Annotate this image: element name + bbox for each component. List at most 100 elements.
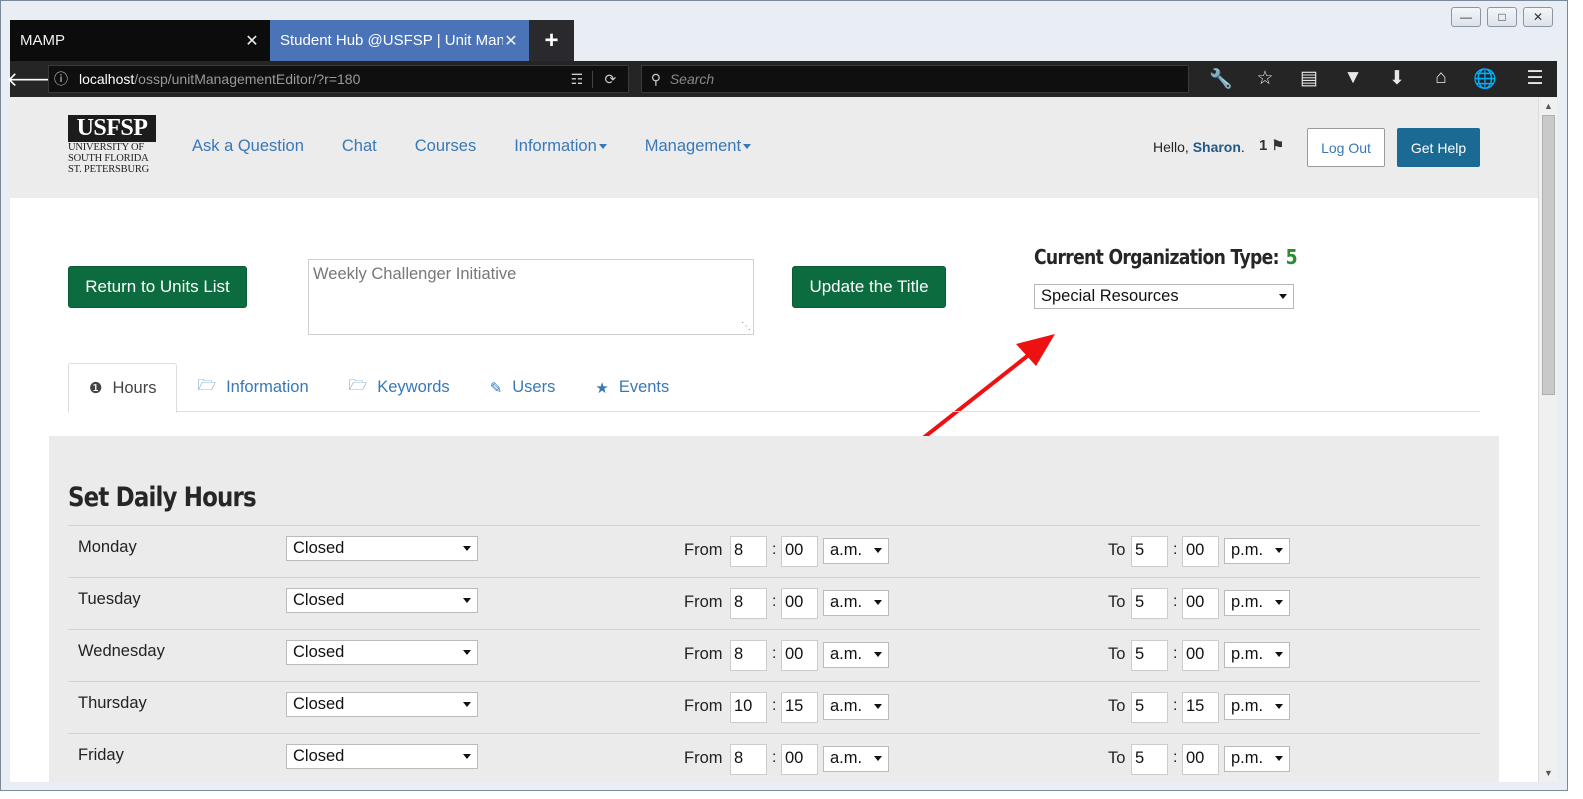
logout-button[interactable]: Log Out (1307, 128, 1385, 167)
nav-chat[interactable]: Chat (342, 137, 377, 156)
back-button[interactable]: 🡐 (6, 64, 60, 94)
pocket-icon[interactable]: ▼ (1331, 67, 1375, 91)
flag-counter[interactable]: 1 ⚑ (1259, 137, 1284, 154)
search-bar[interactable]: ⚲ Search (640, 65, 1189, 93)
to-minute-input[interactable]: 00 (1182, 536, 1219, 567)
browser-tab-mamp[interactable]: MAMP ✕ (10, 20, 270, 61)
time-colon: : (772, 541, 777, 558)
menu-icon[interactable]: ☰ (1513, 67, 1557, 91)
star-icon: ★ (595, 379, 609, 397)
to-ampm-select[interactable]: p.m. (1224, 590, 1290, 616)
from-minute-input[interactable]: 15 (781, 692, 818, 723)
to-ampm-select[interactable]: p.m. (1224, 538, 1290, 564)
maximize-button[interactable]: □ (1487, 7, 1517, 27)
chevron-down-icon (463, 754, 471, 759)
from-label: From (684, 749, 723, 767)
status-select[interactable]: Closed (286, 744, 478, 769)
from-hour-input[interactable]: 8 (730, 536, 767, 567)
from-ampm-select[interactable]: a.m. (823, 590, 889, 616)
tab-hours[interactable]: ❶ Hours (68, 363, 178, 413)
to-ampm-select[interactable]: p.m. (1224, 642, 1290, 668)
main-nav: Ask a Question Chat Courses Information … (192, 137, 789, 156)
from-ampm-select[interactable]: a.m. (823, 694, 889, 720)
reload-icon[interactable]: ⟳ (591, 70, 628, 88)
scroll-up-icon[interactable]: ▲ (1539, 101, 1558, 111)
from-hour-input[interactable]: 8 (730, 744, 767, 775)
usfsp-logo[interactable]: USFSP UNIVERSITY OF SOUTH FLORIDA ST. PE… (68, 115, 158, 175)
from-ampm-select[interactable]: a.m. (823, 642, 889, 668)
url-path: /ossp/unitManagementEditor/?r=180 (134, 71, 361, 87)
tab-strip: MAMP ✕ Student Hub @USFSP | Unit Managem… (10, 20, 574, 61)
from-ampm-select[interactable]: a.m. (823, 746, 889, 772)
to-minute-input[interactable]: 00 (1182, 640, 1219, 671)
browser-tab-student-hub[interactable]: Student Hub @USFSP | Unit Management Edi… (270, 20, 529, 61)
tab-users[interactable]: ✎ Users (470, 363, 576, 412)
star-icon[interactable]: ☆ (1243, 67, 1287, 91)
chevron-down-icon (463, 702, 471, 707)
from-hour-input[interactable]: 8 (730, 588, 767, 619)
org-type-select[interactable]: Special Resources (1034, 284, 1294, 309)
to-hour-input[interactable]: 5 (1131, 536, 1168, 567)
to-minute-input[interactable]: 15 (1182, 692, 1219, 723)
from-hour-input[interactable]: 8 (730, 640, 767, 671)
reading-list-icon[interactable]: ▤ (1287, 67, 1331, 91)
new-tab-button[interactable]: + (529, 20, 574, 61)
to-minute-input[interactable]: 00 (1182, 588, 1219, 619)
nav-ask-a-question[interactable]: Ask a Question (192, 137, 304, 156)
from-minute-input[interactable]: 00 (781, 744, 818, 775)
time-colon: : (772, 697, 777, 714)
from-minute-input[interactable]: 00 (781, 640, 818, 671)
to-hour-input[interactable]: 5 (1131, 744, 1168, 775)
status-select[interactable]: Closed (286, 536, 478, 561)
to-label: To (1108, 593, 1126, 611)
from-label: From (684, 645, 723, 663)
to-hour-input[interactable]: 5 (1131, 692, 1168, 723)
to-label: To (1108, 749, 1126, 767)
resize-grip-icon[interactable]: ⋱ (741, 321, 751, 332)
vertical-scrollbar[interactable]: ▲ ▼ (1538, 97, 1557, 782)
ampm-value: p.m. (1231, 749, 1264, 767)
site-info-icon[interactable]: ⓘ (49, 69, 73, 89)
to-hour-input[interactable]: 5 (1131, 588, 1168, 619)
from-ampm-select[interactable]: a.m. (823, 538, 889, 564)
ampm-value: p.m. (1231, 697, 1264, 715)
status-select[interactable]: Closed (286, 588, 478, 613)
day-label: Thursday (78, 694, 147, 712)
scrollbar-thumb[interactable] (1542, 115, 1555, 395)
status-select[interactable]: Closed (286, 640, 478, 665)
return-to-units-button[interactable]: Return to Units List (68, 266, 247, 308)
from-minute-input[interactable]: 00 (781, 536, 818, 567)
close-tab-icon[interactable]: ✕ (503, 31, 519, 51)
user-name[interactable]: Sharon (1193, 139, 1241, 155)
url-bar[interactable]: ⓘ localhost/ossp/unitManagementEditor/?r… (48, 65, 629, 93)
tab-keywords[interactable]: 🗁 Keywords (329, 363, 470, 412)
download-icon[interactable]: ⬇ (1375, 67, 1419, 91)
unit-title-input[interactable]: Weekly Challenger Initiative ⋱ (308, 259, 754, 335)
from-hour-input[interactable]: 10 (730, 692, 767, 723)
folder-open-icon: 🗁 (348, 377, 368, 394)
reader-view-icon[interactable]: ☶ (562, 71, 592, 88)
tab-label: Events (618, 378, 670, 396)
from-minute-input[interactable]: 00 (781, 588, 818, 619)
ampm-value: a.m. (830, 697, 863, 715)
minimize-button[interactable]: — (1451, 7, 1481, 27)
status-select[interactable]: Closed (286, 692, 478, 717)
globe-icon[interactable]: 🌐 (1463, 67, 1507, 91)
toolbar-icons: 🔧 ☆ ▤ ▼ ⬇ ⌂ 🌐 ☰ (1199, 67, 1557, 91)
update-title-button[interactable]: Update the Title (792, 266, 946, 308)
close-tab-icon[interactable]: ✕ (244, 31, 260, 51)
wrench-icon[interactable]: 🔧 (1199, 67, 1243, 91)
to-ampm-select[interactable]: p.m. (1224, 694, 1290, 720)
to-ampm-select[interactable]: p.m. (1224, 746, 1290, 772)
tab-information[interactable]: 🗁 Information (177, 363, 328, 412)
close-window-button[interactable]: ✕ (1523, 7, 1553, 27)
to-minute-input[interactable]: 00 (1182, 744, 1219, 775)
nav-courses[interactable]: Courses (415, 137, 476, 156)
tab-events[interactable]: ★ Events (575, 363, 689, 412)
get-help-button[interactable]: Get Help (1397, 128, 1480, 167)
scroll-down-icon[interactable]: ▼ (1539, 768, 1558, 778)
nav-management[interactable]: Management (645, 137, 752, 156)
home-icon[interactable]: ⌂ (1419, 67, 1463, 91)
nav-information[interactable]: Information (514, 137, 607, 156)
to-hour-input[interactable]: 5 (1131, 640, 1168, 671)
